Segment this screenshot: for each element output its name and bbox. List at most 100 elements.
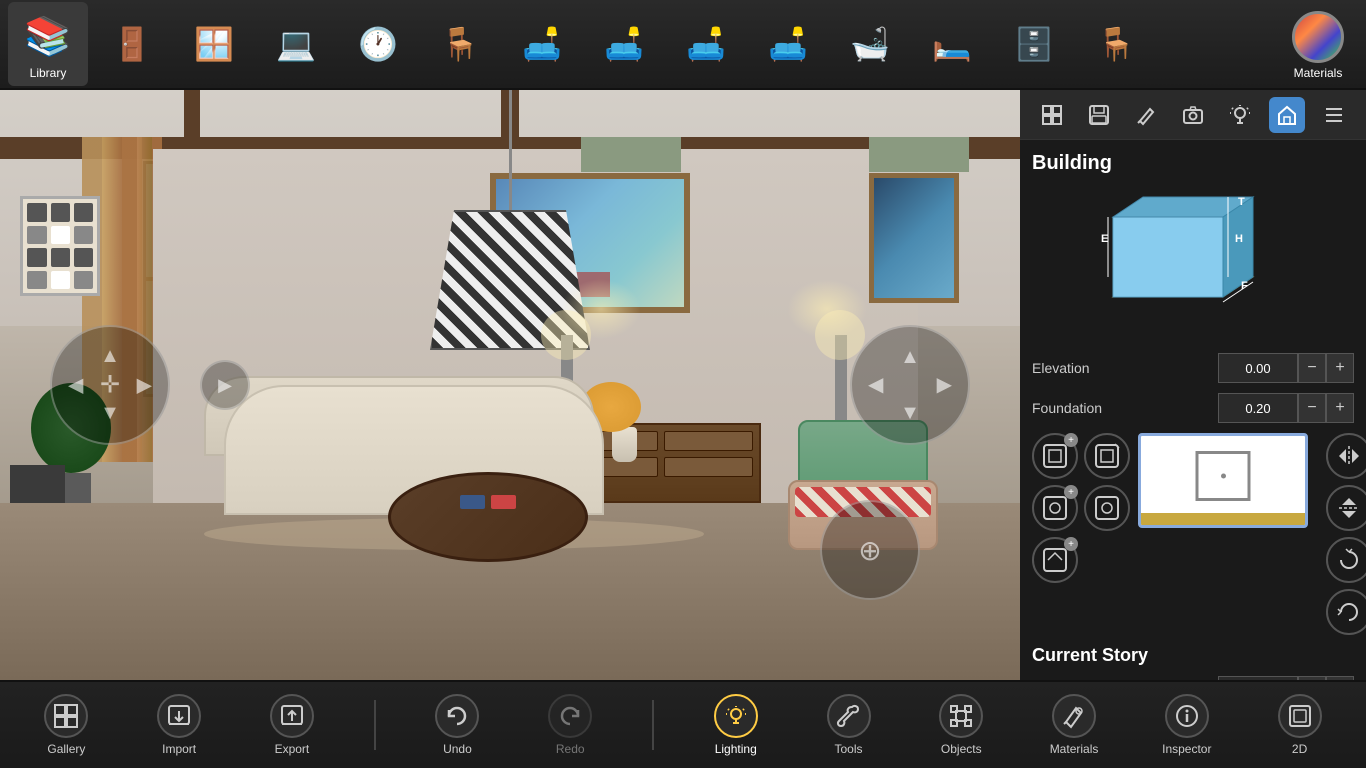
bottom-toolbar: Gallery Import Export Undo Redo [0, 680, 1366, 768]
library-button[interactable]: 📚 Library [8, 2, 88, 86]
export-button[interactable]: Export [257, 694, 327, 756]
viewport[interactable]: ▲ ▼ ◀ ▶ ✛ ▶ ⊕ ▲ ▼ ◀ ▶ [0, 90, 1020, 680]
materials-bottom-icon [1052, 694, 1096, 738]
redo-label: Redo [556, 742, 585, 756]
2d-label: 2D [1292, 742, 1307, 756]
action-buttons-left: + + [1032, 433, 1130, 583]
library-label: Library [30, 66, 67, 80]
elevation-input[interactable] [1218, 353, 1298, 383]
remove-room-btn[interactable] [1084, 433, 1130, 479]
light-glow-left [561, 279, 641, 339]
foundation-label: Foundation [1032, 400, 1218, 416]
top-item-laptop[interactable]: 💻 [256, 9, 336, 79]
top-item-chair-red[interactable]: 🪑 [420, 9, 500, 79]
separator-2 [652, 700, 654, 750]
flip-v-btn[interactable] [1326, 485, 1366, 531]
nav-control-left[interactable]: ▲ ▼ ◀ ▶ ✛ [50, 325, 170, 445]
right-toolbar [1020, 90, 1366, 140]
export-icon [270, 694, 314, 738]
rotate-btn[interactable] [1326, 537, 1366, 583]
objects-label: Objects [941, 742, 982, 756]
gallery-button[interactable]: Gallery [31, 694, 101, 756]
vase [612, 427, 637, 462]
export-label: Export [275, 742, 310, 756]
painting-right [869, 173, 959, 303]
rt-list-btn[interactable] [1316, 97, 1352, 133]
lighting-button[interactable]: Lighting [701, 694, 771, 756]
gallery-icon [44, 694, 88, 738]
rt-save-btn[interactable] [1081, 97, 1117, 133]
import-button[interactable]: Import [144, 694, 214, 756]
rt-select-btn[interactable] [1034, 97, 1070, 133]
foundation-row: Foundation − + [1032, 393, 1354, 423]
top-item-chair-metal[interactable]: 🪑 [1076, 9, 1156, 79]
import-label: Import [162, 742, 196, 756]
building-title: Building [1032, 152, 1354, 175]
remove-story-btn[interactable] [1084, 485, 1130, 531]
right-content: Building T H E F [1020, 140, 1366, 680]
objects-icon [939, 694, 983, 738]
top-item-clock[interactable]: 🕐 [338, 9, 418, 79]
floor-btn[interactable]: + [1032, 537, 1078, 583]
undo-label: Undo [443, 742, 472, 756]
separator-1 [374, 700, 376, 750]
inspector-icon [1165, 694, 1209, 738]
nav-control-right[interactable]: ▲ ▼ ◀ ▶ [850, 325, 970, 445]
foundation-plus[interactable]: + [1326, 393, 1354, 423]
gallery-label: Gallery [47, 742, 85, 756]
undo-button[interactable]: Undo [422, 694, 492, 756]
tools-button[interactable]: Tools [814, 694, 884, 756]
wall-art-left [20, 196, 100, 296]
svg-text:E: E [1101, 233, 1108, 245]
elevation-minus[interactable]: − [1298, 353, 1326, 383]
lighting-label: Lighting [715, 742, 757, 756]
tools-label: Tools [834, 742, 862, 756]
building-diagram: T H E F [1032, 187, 1354, 337]
nav-arrow-single[interactable]: ▶ [200, 360, 250, 410]
rt-light-btn[interactable] [1222, 97, 1258, 133]
top-item-window[interactable]: 🪟 [174, 9, 254, 79]
lighting-icon [714, 694, 758, 738]
accent-top-right [869, 137, 969, 172]
inspector-button[interactable]: Inspector [1152, 694, 1222, 756]
top-item-bed[interactable]: 🛏️ [912, 9, 992, 79]
2d-icon [1278, 694, 1322, 738]
rt-camera-btn[interactable] [1175, 97, 1211, 133]
svg-text:H: H [1235, 233, 1243, 245]
elevation-row: Elevation − + [1032, 353, 1354, 383]
svg-text:T: T [1238, 196, 1245, 208]
foundation-input[interactable] [1218, 393, 1298, 423]
top-item-dresser2[interactable]: 🗄️ [994, 9, 1074, 79]
redo-button[interactable]: Redo [535, 694, 605, 756]
redo-icon [548, 694, 592, 738]
top-item-door[interactable]: 🚪 [92, 9, 172, 79]
inspector-label: Inspector [1162, 742, 1211, 756]
top-item-armchair[interactable]: 🛋️ [502, 9, 582, 79]
materials-label: Materials [1294, 66, 1343, 80]
materials-button[interactable]: Materials [1278, 2, 1358, 86]
add-story-btn[interactable]: + [1032, 485, 1078, 531]
empty-slot [1084, 537, 1130, 583]
elevation-label: Elevation [1032, 360, 1218, 376]
top-item-sofa-beige[interactable]: 🛋️ [666, 9, 746, 79]
light-glow-right [787, 279, 867, 339]
flip-h-btn[interactable] [1326, 433, 1366, 479]
top-item-sofa-pink[interactable]: 🛋️ [584, 9, 664, 79]
action-buttons-right [1326, 433, 1366, 635]
right-panel: Building T H E F [1020, 90, 1366, 680]
top-item-sofa-yellow[interactable]: 🛋️ [748, 9, 828, 79]
coffee-table [388, 472, 588, 562]
tools-icon [827, 694, 871, 738]
rt-paint-btn[interactable] [1128, 97, 1164, 133]
objects-button[interactable]: Objects [926, 694, 996, 756]
2d-button[interactable]: 2D [1265, 694, 1335, 756]
add-room-btn[interactable]: + [1032, 433, 1078, 479]
elevation-plus[interactable]: + [1326, 353, 1354, 383]
mirror-btn[interactable] [1326, 589, 1366, 635]
materials-bottom-button[interactable]: Materials [1039, 694, 1109, 756]
undo-icon [435, 694, 479, 738]
top-item-bathtub[interactable]: 🛁 [830, 9, 910, 79]
foundation-minus[interactable]: − [1298, 393, 1326, 423]
orbit-control[interactable]: ⊕ [820, 500, 920, 600]
rt-home-btn[interactable] [1269, 97, 1305, 133]
